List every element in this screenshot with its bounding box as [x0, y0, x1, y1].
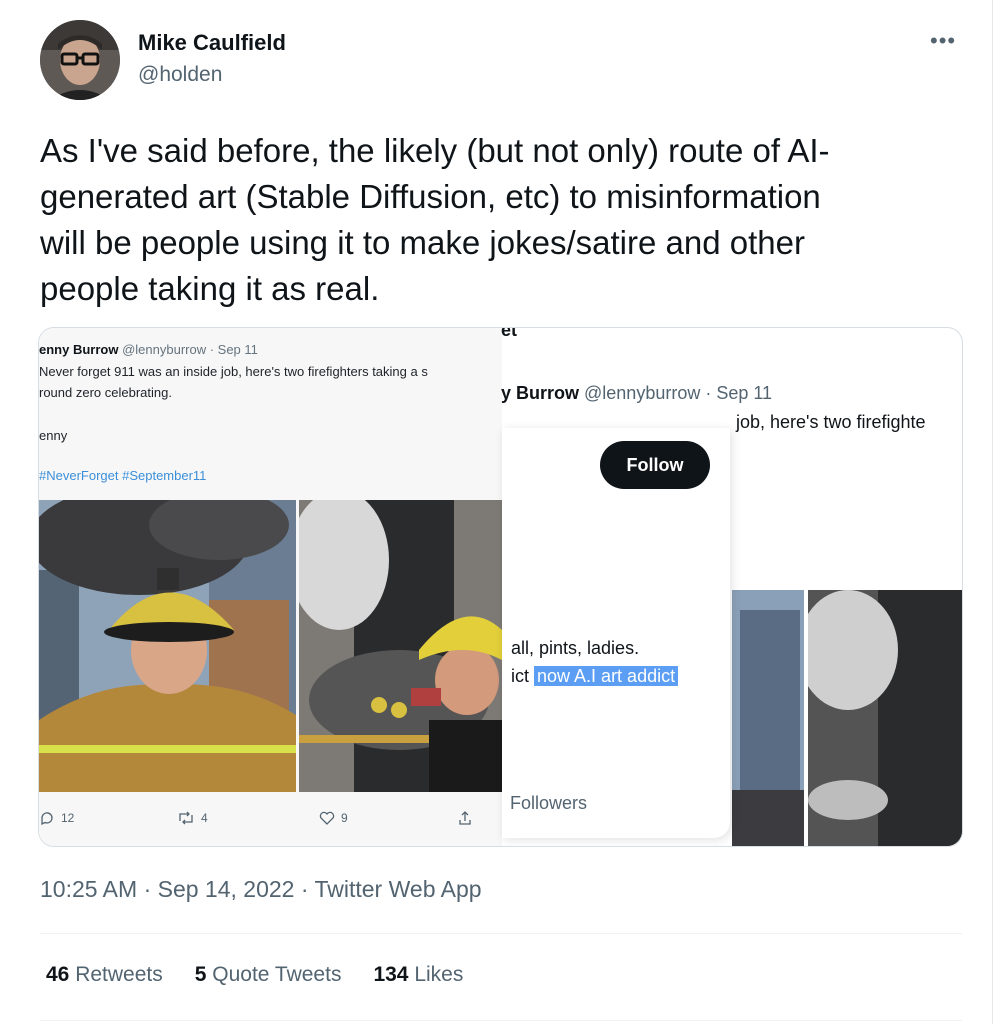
highlighted-bio-text: now A.I art addict: [534, 666, 679, 686]
firefighter-selfie-photo-1: [39, 485, 296, 792]
firefighter-selfie-photo-2: [289, 490, 502, 792]
divider-top: [40, 933, 962, 934]
reply-icon: [41, 812, 53, 826]
follow-button[interactable]: Follow: [600, 441, 710, 489]
divider-bottom: [40, 1020, 962, 1021]
inner-tweet-signoff: enny: [39, 428, 68, 443]
hover-bio-line-2: ict now A.I art addict: [511, 666, 679, 687]
inner-share-button: [457, 810, 473, 826]
inner-tweet-author: enny Burrow @lennyburrow · Sep 11: [39, 342, 258, 357]
author-handle[interactable]: @holden: [138, 63, 222, 87]
inner-tweet-line-1: Never forget 911 was an inside job, here…: [39, 364, 428, 379]
inner-retweet-button: 4: [177, 810, 208, 826]
author-avatar[interactable]: [40, 20, 120, 100]
tweet-stats: 46 Retweets 5 Quote Tweets 134 Likes: [46, 963, 463, 987]
retweet-count: 4: [201, 811, 208, 825]
retweet-icon: [179, 811, 193, 825]
inner-tweet-line-right: job, here's two firefighte: [736, 412, 926, 432]
like-count: 9: [341, 811, 348, 825]
quote-tweets-stat[interactable]: 5 Quote Tweets: [195, 963, 342, 987]
retweets-stat[interactable]: 46 Retweets: [46, 963, 163, 987]
inner-tweet-line-2: round zero celebrating.: [39, 385, 172, 400]
embedded-screenshot[interactable]: enny Burrow @lennyburrow · Sep 11 Never …: [38, 327, 963, 847]
inner-like-button: 9: [319, 810, 348, 826]
heart-icon: [319, 811, 335, 825]
likes-stat[interactable]: 134 Likes: [373, 963, 463, 987]
more-options-icon[interactable]: •••: [930, 28, 956, 54]
avatar-photo: [40, 20, 120, 100]
tweet-text: As I've said before, the likely (but not…: [40, 132, 830, 307]
tower-photo-right-1: [732, 590, 804, 846]
share-icon: [459, 811, 471, 825]
followers-label: Followers: [510, 793, 588, 813]
inner-tweet-left: enny Burrow @lennyburrow · Sep 11 Never …: [39, 328, 502, 846]
tower-photo-right-2: [798, 590, 962, 846]
profile-hover-card: [502, 428, 730, 838]
inner-tweet-hashtags: #NeverForget #September11: [39, 468, 207, 483]
right-border: [992, 0, 993, 1024]
inner-header-fragment: et: [501, 327, 518, 340]
inner-reply-button: 12: [39, 810, 74, 826]
inner-tweet-author-right: y Burrow @lennyburrow · Sep 11: [501, 383, 773, 403]
author-name[interactable]: Mike Caulfield: [138, 30, 286, 56]
tweet-timestamp[interactable]: 10:25 AM · Sep 14, 2022 · Twitter Web Ap…: [40, 876, 482, 903]
reply-count: 12: [61, 811, 75, 825]
hover-bio-line-1: all, pints, ladies.: [511, 638, 640, 658]
